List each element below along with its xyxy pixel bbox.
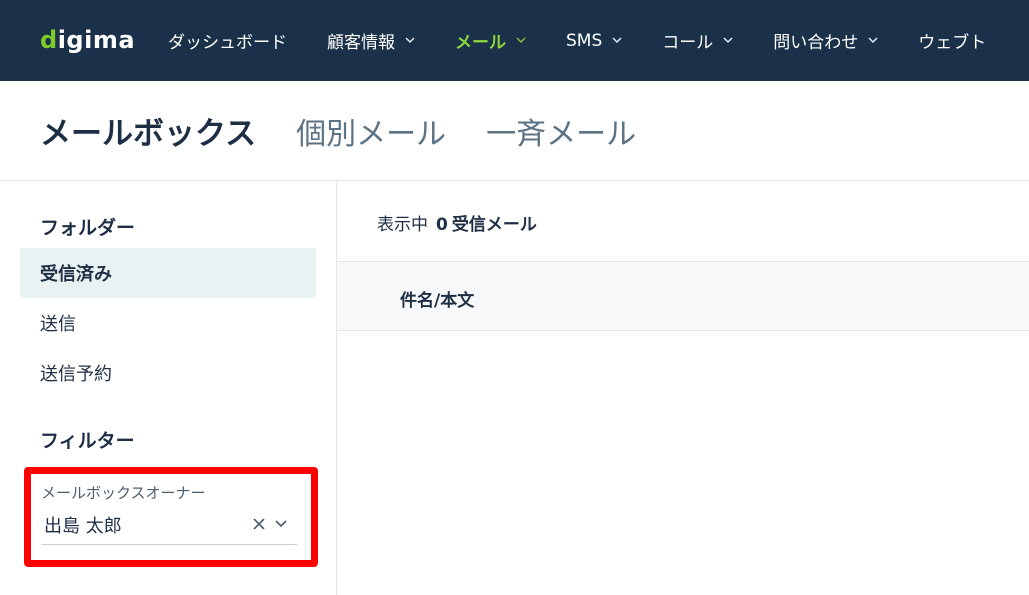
folders-heading: フォルダー	[40, 217, 136, 239]
mailbox-owner-filter[interactable]: メールボックスオーナー 出島 太郎	[24, 467, 318, 567]
chevron-down-icon	[723, 34, 733, 47]
logo-text: digima	[40, 26, 136, 54]
tab-bulk-mail[interactable]: 一斉メール	[486, 109, 636, 153]
top-nav-bar: digima ダッシュボード 顧客情報 メール SMS コール 問い合わせ ウェ…	[0, 0, 1029, 81]
nav-item-label: 顧客情報	[327, 33, 395, 53]
nav-item-label: 問い合わせ	[773, 33, 859, 53]
nav-item-web-tracking[interactable]: ウェブト	[918, 0, 986, 81]
folder-item-sent[interactable]: 送信	[20, 298, 316, 348]
mailbox-owner-value[interactable]: 出島 太郎	[44, 512, 122, 538]
status-prefix: 表示中	[377, 215, 428, 235]
folder-item-scheduled[interactable]: 送信予約	[20, 348, 316, 398]
chevron-down-icon	[516, 34, 526, 47]
main-nav: ダッシュボード 顧客情報 メール SMS コール 問い合わせ ウェブト	[168, 0, 1026, 81]
tab-individual-mail[interactable]: 個別メール	[296, 109, 446, 153]
nav-item-mail[interactable]: メール	[455, 0, 526, 81]
chevron-down-icon	[868, 34, 878, 47]
mail-table-header: 件名/本文	[337, 261, 1029, 331]
folder-item-label: 受信済み	[40, 264, 112, 285]
filters-heading: フィルター	[40, 430, 135, 452]
nav-item-label: ダッシュボード	[168, 33, 287, 53]
sidebar: フォルダー 受信済み 送信 送信予約 フィルター メールボックスオーナー 出島 …	[0, 181, 337, 595]
nav-item-inquiries[interactable]: 問い合わせ	[773, 0, 878, 81]
mail-count: 0	[436, 215, 448, 235]
page-header: メールボックス 個別メール 一斉メール	[0, 81, 1029, 181]
page-title: メールボックス	[40, 116, 257, 152]
chevron-down-icon[interactable]	[275, 517, 287, 531]
nav-item-dashboard[interactable]: ダッシュボード	[168, 0, 287, 81]
mail-count-status: 表示中 0 受信メール	[377, 210, 537, 235]
column-header-subject[interactable]: 件名/本文	[400, 286, 474, 311]
chevron-down-icon	[405, 34, 415, 47]
nav-item-label: コール	[662, 33, 714, 53]
folder-item-label: 送信予約	[40, 364, 112, 385]
nav-item-label: ウェブト	[918, 33, 987, 53]
folder-item-received[interactable]: 受信済み	[20, 248, 316, 298]
nav-item-customer-info[interactable]: 顧客情報	[327, 0, 415, 81]
nav-item-label: SMS	[566, 30, 603, 51]
nav-item-call[interactable]: コール	[662, 0, 733, 81]
digima-logo[interactable]: digima	[40, 24, 135, 56]
folder-item-label: 送信	[40, 314, 76, 335]
nav-item-label: メール	[455, 33, 506, 53]
select-underline	[41, 544, 297, 545]
mail-list-panel: 表示中 0 受信メール 件名/本文	[337, 181, 1029, 595]
chevron-down-icon	[612, 34, 622, 47]
folder-name: 受信メール	[451, 215, 537, 235]
mailbox-owner-label: メールボックスオーナー	[41, 484, 206, 502]
clear-icon[interactable]	[253, 512, 265, 534]
nav-item-sms[interactable]: SMS	[566, 0, 622, 81]
